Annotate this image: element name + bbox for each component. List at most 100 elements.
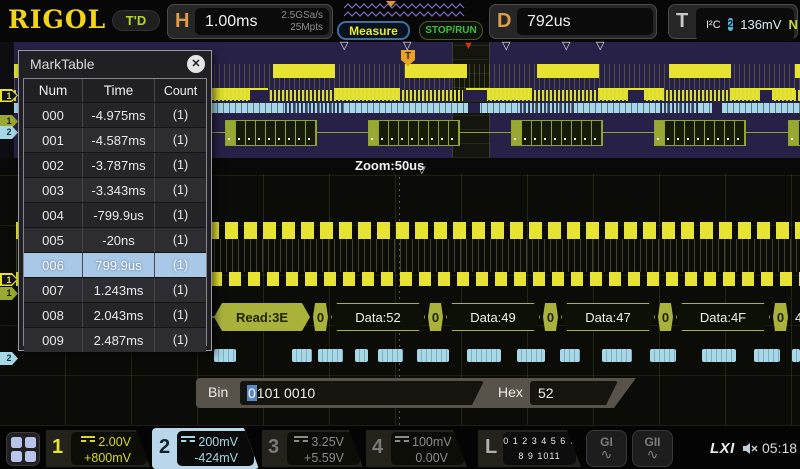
trigger-group[interactable]: T I²C 2 136mV N <box>668 4 798 39</box>
marktable-row[interactable]: 0092.487ms(1) <box>24 327 206 352</box>
decode-segment: 0 <box>543 303 558 331</box>
channel2-number: 2 <box>159 436 170 459</box>
zoom-scale-label: Zoom:50us <box>355 158 424 173</box>
sine-wave-icon: ∿ <box>587 447 626 461</box>
channel1-box[interactable]: 1 2.00V+800mV <box>46 430 150 467</box>
channel4-values: 100mV0.00V <box>391 432 464 465</box>
top-bar: RIGOL T'D H 1.00ms 2.5GSa/s25Mpts Measur… <box>0 0 800 42</box>
close-icon[interactable]: ✕ <box>187 55 205 73</box>
timebase-value: 1.00ms <box>205 13 257 31</box>
decode-segment: Data:4F <box>676 303 770 331</box>
marktable-row[interactable]: 005-20ns(1) <box>24 227 206 252</box>
bottom-bar: 1 2.00V+800mV 2 200mV-424mV 3 3.25V+5.59… <box>0 425 800 469</box>
decode-segment: Read:3E <box>214 303 310 331</box>
decode-segment: Data:52 <box>331 303 425 331</box>
horizontal-timebase-group[interactable]: H 1.00ms 2.5GSa/s25Mpts <box>167 4 333 39</box>
ch2-burst <box>355 349 368 362</box>
lxi-logo: LXI <box>710 440 735 457</box>
marktable-popup: MarkTable ✕ Num Time Count 000-4.975ms(1… <box>18 50 212 351</box>
decode-packet-group <box>511 120 603 146</box>
menu-grid-button[interactable] <box>6 432 40 466</box>
generator2-box[interactable]: GII ∿ <box>632 430 673 467</box>
decode-segment: 0 <box>773 303 788 331</box>
decode-segment: Data:47 <box>561 303 655 331</box>
trigger-source-badge: 2 <box>728 18 734 31</box>
hex-label: Hex <box>498 384 523 400</box>
ch2-burst <box>650 349 676 362</box>
event-mark-icon: ▽ <box>340 40 348 52</box>
marktable-row[interactable]: 006799.9us(1) <box>24 252 206 277</box>
marktable-header-row: Num Time Count <box>24 79 206 102</box>
bin-label: Bin <box>208 384 228 400</box>
decode-packet-group <box>788 120 800 146</box>
ch2-burst <box>214 349 236 362</box>
ch2-burst <box>602 349 632 362</box>
decode-segment: 0 <box>658 303 673 331</box>
trigger-slope-indicator: N <box>788 17 797 32</box>
measure-button[interactable]: Measure <box>337 21 410 40</box>
trigger-type-label: I²C <box>706 19 721 31</box>
marktable-row[interactable]: 003-3.343ms(1) <box>24 177 206 202</box>
channel3-values: 3.25V+5.59V <box>287 432 360 465</box>
ch2-burst <box>754 349 780 362</box>
delay-group[interactable]: D 792us <box>489 4 657 39</box>
event-mark-icon: ▽ <box>562 40 570 52</box>
marktable-row[interactable]: 0071.243ms(1) <box>24 277 206 302</box>
channel1-number: 1 <box>52 436 63 459</box>
decode-bus-row: Read:3E0Data:520Data:490Data:470Data:4F0… <box>214 303 800 331</box>
ch2-burst <box>560 349 580 362</box>
timebase-field: 1.00ms 2.5GSa/s25Mpts <box>195 8 329 35</box>
dc-coupling-icon <box>395 436 409 444</box>
h-label: H <box>175 10 189 33</box>
dc-coupling-icon <box>294 436 308 444</box>
la-label: L <box>485 436 497 459</box>
delay-field: 792us <box>517 8 653 35</box>
decode-packet-group <box>654 120 746 146</box>
la-channel-digits: 0 1 2 3 4 5 6 78 9 1011 12131415 <box>503 432 576 465</box>
rigol-logo: RIGOL <box>8 5 106 34</box>
marktable-row[interactable]: 001-4.587ms(1) <box>24 127 206 152</box>
marktable-row[interactable]: 000-4.975ms(1) <box>24 102 206 127</box>
generator1-box[interactable]: GI ∿ <box>586 430 627 467</box>
decode-packet-group <box>368 120 460 146</box>
marktable-row[interactable]: 004-799.9us(1) <box>24 202 206 227</box>
t-label: T <box>676 10 688 33</box>
hex-value-field: 52 <box>530 381 618 405</box>
ch2-burst <box>702 349 736 362</box>
logic-analyzer-box[interactable]: L 0 1 2 3 4 5 6 78 9 1011 12131415 <box>478 430 581 467</box>
decode-segment: Data:49 <box>446 303 540 331</box>
ch2-burst <box>292 349 312 362</box>
stop-run-button[interactable]: STOP/RUN <box>419 21 483 40</box>
event-mark-icon: ▽ <box>596 40 604 52</box>
channel3-number: 3 <box>268 436 279 459</box>
sample-rate-depth: 2.5GSa/s25Mpts <box>281 10 323 34</box>
trigger-field: I²C 2 136mV N <box>696 8 794 41</box>
dc-coupling-icon <box>81 436 95 444</box>
dc-coupling-icon <box>181 436 195 444</box>
event-mark-icon: ▽ <box>502 40 510 52</box>
selected-mark-icon: ▼ <box>463 40 474 52</box>
decode-segment: 0 <box>428 303 443 331</box>
delay-value: 792us <box>527 13 571 31</box>
marktable-table: Num Time Count 000-4.975ms(1)001-4.587ms… <box>23 78 207 346</box>
channel4-box[interactable]: 4 100mV0.00V <box>366 430 467 467</box>
decode-segment: 0 <box>313 303 328 331</box>
bin-cursor: 0 <box>247 385 257 401</box>
bin-hex-readout-bar: Bin 0101 0010 Hex 52 <box>196 378 636 408</box>
trigger-level-value: 136mV <box>740 17 781 32</box>
marktable-title: MarkTable <box>19 51 211 77</box>
channel1-values: 2.00V+800mV <box>71 432 147 465</box>
channel2-values: 200mV-424mV <box>177 431 254 466</box>
channel4-number: 4 <box>372 436 383 459</box>
speaker-muted-icon <box>743 442 759 460</box>
oscilloscope-screen: RIGOL T'D H 1.00ms 2.5GSa/s25Mpts Measur… <box>0 0 800 469</box>
channel2-box-selected[interactable]: 2 200mV-424mV <box>152 428 259 469</box>
channel3-box[interactable]: 3 3.25V+5.59V <box>262 430 363 467</box>
marktable-row[interactable]: 0082.043ms(1) <box>24 302 206 327</box>
decode-segment: 4C <box>791 303 800 331</box>
ch2-burst <box>417 349 449 362</box>
marktable-row[interactable]: 002-3.787ms(1) <box>24 152 206 177</box>
bin-value-field: 0101 0010 <box>240 381 484 405</box>
ch2-burst <box>517 349 545 362</box>
decode-packet-group <box>225 120 317 146</box>
